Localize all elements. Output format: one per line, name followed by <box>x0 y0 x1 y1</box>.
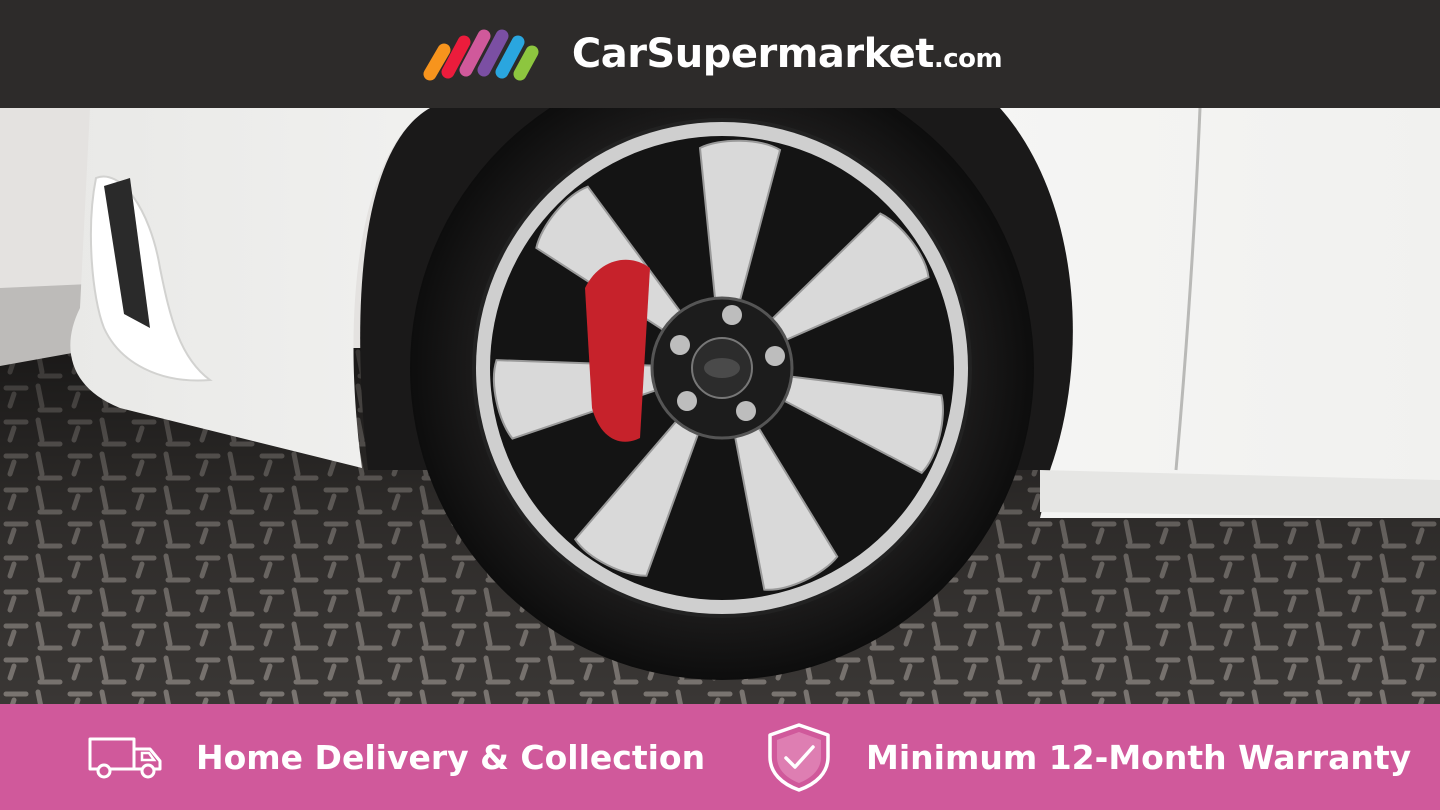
feature-warranty: Minimum 12-Month Warranty <box>764 704 1411 810</box>
car-wheel-photo <box>0 108 1440 704</box>
feature-warranty-label: Minimum 12-Month Warranty <box>866 737 1412 777</box>
brand-suffix: .com <box>933 44 1003 74</box>
rainbow-stripes-logo-icon <box>423 29 539 81</box>
brand-link[interactable]: CarSupermarket.com <box>418 26 1003 82</box>
feature-home-delivery: Home Delivery & Collection <box>86 704 705 810</box>
footer-bar: Home Delivery & Collection Minimum 12-Mo… <box>0 704 1440 810</box>
delivery-truck-icon <box>86 733 166 781</box>
shield-check-icon <box>764 721 834 793</box>
feature-home-delivery-label: Home Delivery & Collection <box>196 737 706 777</box>
header-bar: CarSupermarket.com <box>0 0 1440 108</box>
brand-name-text: CarSupermarket <box>571 31 935 77</box>
brand-name: CarSupermarket.com <box>571 31 1003 77</box>
